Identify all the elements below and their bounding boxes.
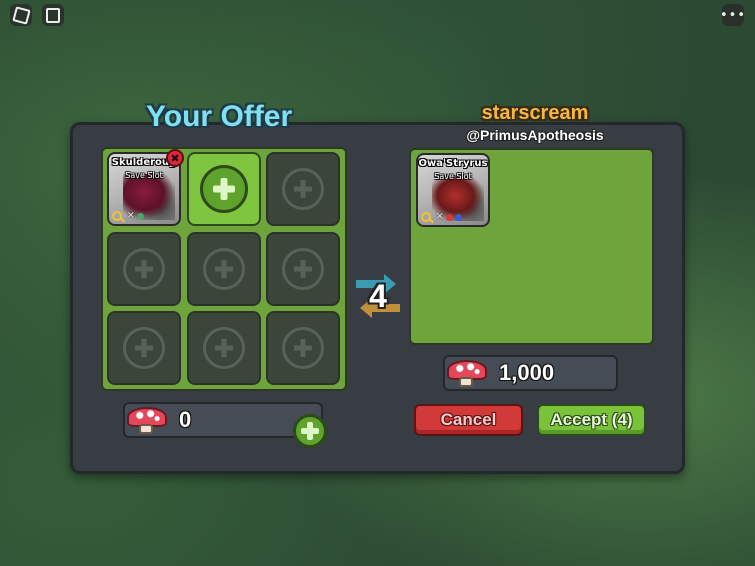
mushroom-currency-icon — [445, 358, 491, 388]
add-currency-button[interactable] — [293, 414, 327, 448]
plus-icon — [123, 248, 165, 290]
trait-icon — [445, 213, 453, 221]
trade-countdown: 4 — [369, 278, 387, 314]
your-currency-amount: 0 — [179, 407, 192, 432]
partner-username: @PrimusApotheosis — [466, 127, 604, 143]
creature-save-slot: Save Slot — [434, 172, 472, 181]
more-options-icon: ••• — [720, 7, 747, 23]
inspect-icon[interactable] — [112, 211, 122, 221]
creature-save-slot: Save Slot — [125, 171, 163, 180]
accept-button[interactable]: Accept (4) — [537, 404, 646, 436]
your-offer-title: Your Offer — [146, 100, 293, 133]
partner-currency-amount: 1,000 — [499, 360, 555, 385]
plus-icon — [282, 248, 324, 290]
inspect-icon[interactable] — [421, 212, 431, 222]
cancel-button[interactable]: Cancel — [414, 404, 523, 436]
partner-currency-display: 1,000 — [443, 355, 618, 391]
chat-button[interactable] — [42, 4, 64, 26]
chat-icon — [46, 7, 60, 23]
more-options-button[interactable]: ••• — [720, 4, 747, 26]
empty-offer-slot — [107, 232, 181, 306]
creature-name: Owa'Stryrus — [418, 158, 488, 169]
plus-icon — [282, 327, 324, 369]
mushroom-currency-icon — [125, 405, 171, 435]
empty-offer-slot — [187, 311, 261, 385]
trait-icon — [454, 213, 462, 221]
empty-offer-slot — [266, 232, 340, 306]
partner-display-name: starscream — [481, 102, 589, 124]
remove-creature-button[interactable]: ✖ — [166, 149, 184, 167]
plus-icon — [282, 168, 324, 210]
empty-offer-slot — [266, 311, 340, 385]
gene-icon: ✕ — [436, 212, 444, 222]
roblox-logo-icon — [11, 5, 31, 25]
add-creature-slot[interactable] — [187, 152, 261, 226]
roblox-menu-button[interactable] — [10, 4, 32, 26]
empty-offer-slot — [266, 152, 340, 226]
plus-icon — [123, 327, 165, 369]
plus-icon — [203, 248, 245, 290]
partner-slot-creature[interactable]: Owa'Stryrus Save Slot ✕ — [416, 153, 490, 227]
empty-offer-slot — [107, 311, 181, 385]
plus-icon — [203, 327, 245, 369]
empty-offer-slot — [187, 232, 261, 306]
plus-icon — [200, 165, 248, 213]
trait-icon — [136, 212, 144, 220]
gene-icon: ✕ — [127, 211, 135, 221]
